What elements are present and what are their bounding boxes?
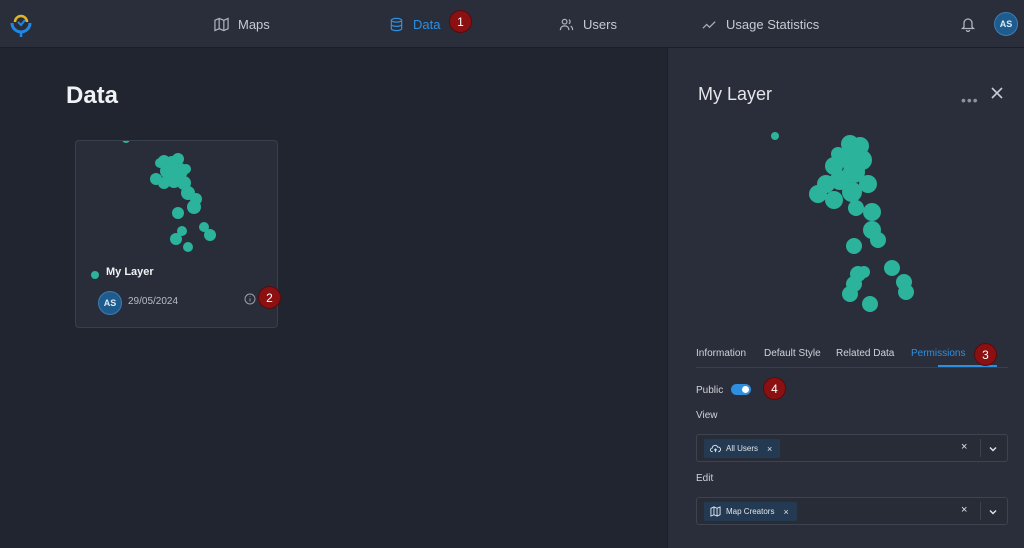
- nav-usage-statistics[interactable]: Usage Statistics: [702, 0, 819, 48]
- layer-preview: [771, 132, 914, 312]
- users-icon: [559, 18, 574, 30]
- panel-title: My Layer: [698, 84, 773, 104]
- layer-color-dot: [91, 271, 99, 279]
- edit-label: Edit: [696, 473, 714, 484]
- tab-related-data[interactable]: Related Data: [836, 348, 894, 359]
- layer-detail-panel: My Layer ••• Information Default Style R…: [667, 48, 1024, 548]
- edit-permission-select[interactable]: Map Creators × ×: [696, 497, 1008, 525]
- top-navigation-bar: Maps Data 1 Users Usage Statistics AS: [0, 0, 1024, 48]
- panel-tabs: Information Default Style Related Data P…: [696, 346, 1008, 368]
- view-chip: All Users ×: [704, 439, 781, 458]
- chevron-down-icon[interactable]: [988, 507, 998, 517]
- callout-badge-3: 3: [974, 343, 997, 366]
- tab-default-style[interactable]: Default Style: [764, 348, 821, 359]
- nav-usage-statistics-label: Usage Statistics: [726, 16, 820, 32]
- nav-maps[interactable]: Maps: [214, 0, 270, 48]
- view-permission-select[interactable]: All Users × ×: [696, 434, 1008, 462]
- page-title: Data: [66, 82, 119, 109]
- nav-maps-label: Maps: [238, 16, 270, 32]
- public-toggle[interactable]: [731, 384, 751, 395]
- cloud-upload-icon: [710, 444, 721, 453]
- tab-information[interactable]: Information: [696, 348, 746, 359]
- clear-edit-button[interactable]: ×: [961, 504, 967, 516]
- close-icon[interactable]: [990, 86, 1004, 100]
- info-icon[interactable]: [244, 293, 256, 305]
- view-chip-label: All Users: [726, 444, 759, 453]
- view-label: View: [696, 410, 718, 421]
- nav-users-label: Users: [583, 16, 617, 32]
- clear-view-button[interactable]: ×: [961, 441, 967, 453]
- layer-card-name: My Layer: [106, 266, 154, 278]
- callout-badge-1: 1: [449, 10, 472, 33]
- owner-avatar: AS: [98, 291, 122, 315]
- public-label: Public: [696, 385, 724, 396]
- select-divider: [980, 439, 981, 457]
- layer-thumbnail: [122, 141, 216, 252]
- callout-badge-2: 2: [258, 286, 281, 309]
- app-logo-icon[interactable]: [8, 10, 34, 38]
- map-icon: [214, 16, 229, 32]
- map-icon: [710, 506, 721, 517]
- tab-permissions[interactable]: Permissions: [911, 348, 965, 359]
- database-icon: [390, 17, 403, 31]
- layer-card[interactable]: My Layer AS 29/05/2024: [75, 140, 278, 328]
- edit-chip: Map Creators ×: [704, 502, 797, 521]
- select-divider: [980, 502, 981, 520]
- remove-edit-chip-button[interactable]: ×: [783, 507, 788, 517]
- more-options-icon[interactable]: •••: [961, 92, 979, 108]
- nav-users[interactable]: Users: [559, 0, 617, 48]
- nav-data[interactable]: Data: [389, 0, 440, 48]
- layer-card-date: 29/05/2024: [128, 296, 179, 307]
- callout-badge-4: 4: [763, 377, 786, 400]
- activity-icon: [702, 20, 716, 29]
- user-avatar[interactable]: AS: [994, 12, 1018, 36]
- bell-icon[interactable]: [960, 16, 976, 32]
- remove-view-chip-button[interactable]: ×: [767, 444, 772, 454]
- edit-chip-label: Map Creators: [726, 507, 775, 516]
- nav-data-label: Data: [413, 16, 441, 32]
- chevron-down-icon[interactable]: [988, 444, 998, 454]
